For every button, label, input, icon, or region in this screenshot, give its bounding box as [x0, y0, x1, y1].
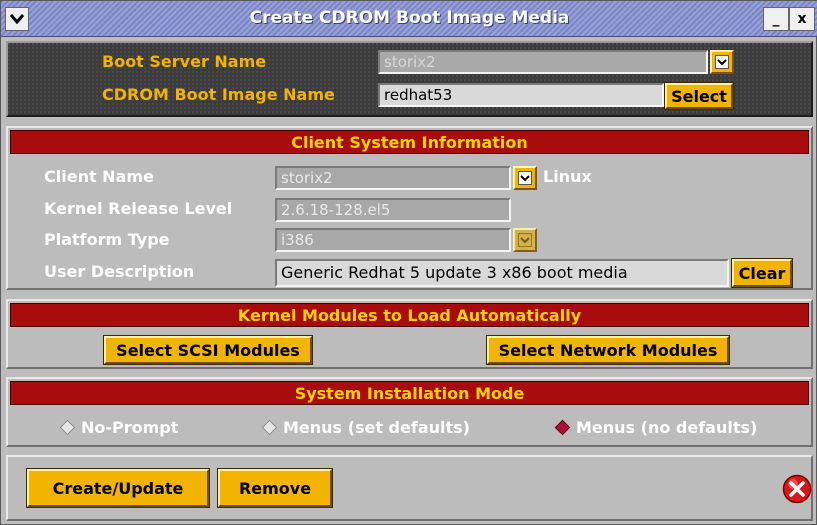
- radio-menus-set-defaults[interactable]: Menus (set defaults): [261, 418, 470, 437]
- kernel-level-label: Kernel Release Level: [44, 199, 233, 218]
- radio-menus-no-defaults-label: Menus (no defaults): [576, 418, 758, 437]
- remove-button[interactable]: Remove: [217, 468, 333, 508]
- cdrom-image-label: CDROM Boot Image Name: [102, 85, 335, 104]
- boot-server-label: Boot Server Name: [102, 52, 267, 71]
- radio-menus-set-defaults-label: Menus (set defaults): [283, 418, 470, 437]
- kernel-level-field: 2.6.18-128.el5: [275, 198, 511, 222]
- boot-server-field[interactable]: storix2: [378, 50, 708, 74]
- radio-diamond-selected-icon: [554, 419, 571, 436]
- user-description-field[interactable]: Generic Redhat 5 update 3 x86 boot media: [275, 259, 729, 287]
- red-x-circle-icon[interactable]: [782, 474, 812, 504]
- window-title: Create CDROM Boot Image Media: [249, 8, 570, 28]
- boot-server-dropdown[interactable]: [710, 50, 734, 74]
- platform-type-dropdown: [513, 228, 537, 252]
- dialog-window: Create CDROM Boot Image Media _ x Boot S…: [0, 0, 817, 525]
- platform-type-label: Platform Type: [44, 230, 170, 249]
- boot-server-panel: Boot Server Name storix2 CDROM Boot Imag…: [6, 41, 813, 117]
- radio-diamond-icon: [261, 419, 278, 436]
- select-scsi-modules-button[interactable]: Select SCSI Modules: [103, 335, 313, 365]
- radio-menus-no-defaults[interactable]: Menus (no defaults): [554, 418, 758, 437]
- radio-diamond-icon: [59, 419, 76, 436]
- client-name-dropdown[interactable]: [513, 166, 537, 190]
- minimize-icon: _: [772, 11, 780, 27]
- client-os-label: Linux: [543, 167, 592, 186]
- client-name-label: Client Name: [44, 167, 154, 186]
- radio-no-prompt[interactable]: No-Prompt: [59, 418, 179, 437]
- client-info-panel: Client System Information Client Name st…: [6, 126, 813, 290]
- select-network-modules-button[interactable]: Select Network Modules: [486, 335, 730, 365]
- platform-type-field: i386: [275, 228, 511, 252]
- install-mode-panel: System Installation Mode No-Prompt Menus…: [6, 377, 813, 447]
- create-update-button[interactable]: Create/Update: [26, 468, 210, 508]
- action-bar: Create/Update Remove: [6, 455, 813, 521]
- close-icon: x: [797, 11, 807, 27]
- kernel-modules-header: Kernel Modules to Load Automatically: [10, 303, 809, 327]
- chevron-down-icon: [717, 58, 727, 65]
- kernel-modules-panel: Kernel Modules to Load Automatically Sel…: [6, 299, 813, 369]
- client-name-field[interactable]: storix2: [275, 166, 511, 190]
- close-button[interactable]: x: [789, 7, 815, 31]
- title-bar[interactable]: Create CDROM Boot Image Media _ x: [1, 1, 817, 37]
- install-mode-header: System Installation Mode: [10, 381, 809, 405]
- select-image-button[interactable]: Select: [664, 82, 734, 110]
- minimize-button[interactable]: _: [763, 7, 789, 31]
- chevron-down-icon: [520, 174, 530, 181]
- cdrom-image-field[interactable]: redhat53: [378, 83, 664, 107]
- user-description-label: User Description: [44, 262, 195, 281]
- chevron-down-icon: [520, 236, 530, 243]
- radio-no-prompt-label: No-Prompt: [81, 418, 179, 437]
- client-info-header: Client System Information: [10, 130, 809, 154]
- clear-description-button[interactable]: Clear: [731, 258, 793, 288]
